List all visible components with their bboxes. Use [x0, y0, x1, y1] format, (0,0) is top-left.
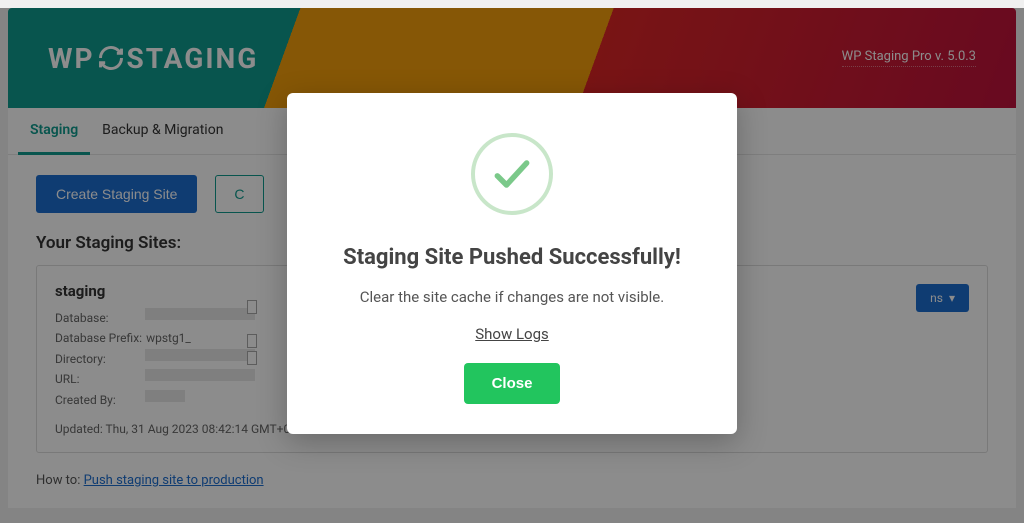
modal-overlay: Staging Site Pushed Successfully! Clear … — [0, 8, 1024, 523]
close-button[interactable]: Close — [464, 363, 561, 404]
success-modal: Staging Site Pushed Successfully! Clear … — [287, 93, 737, 434]
modal-title: Staging Site Pushed Successfully! — [322, 245, 702, 270]
show-logs-link[interactable]: Show Logs — [475, 325, 549, 343]
success-check-icon — [471, 133, 553, 215]
modal-subtitle: Clear the site cache if changes are not … — [322, 288, 702, 306]
